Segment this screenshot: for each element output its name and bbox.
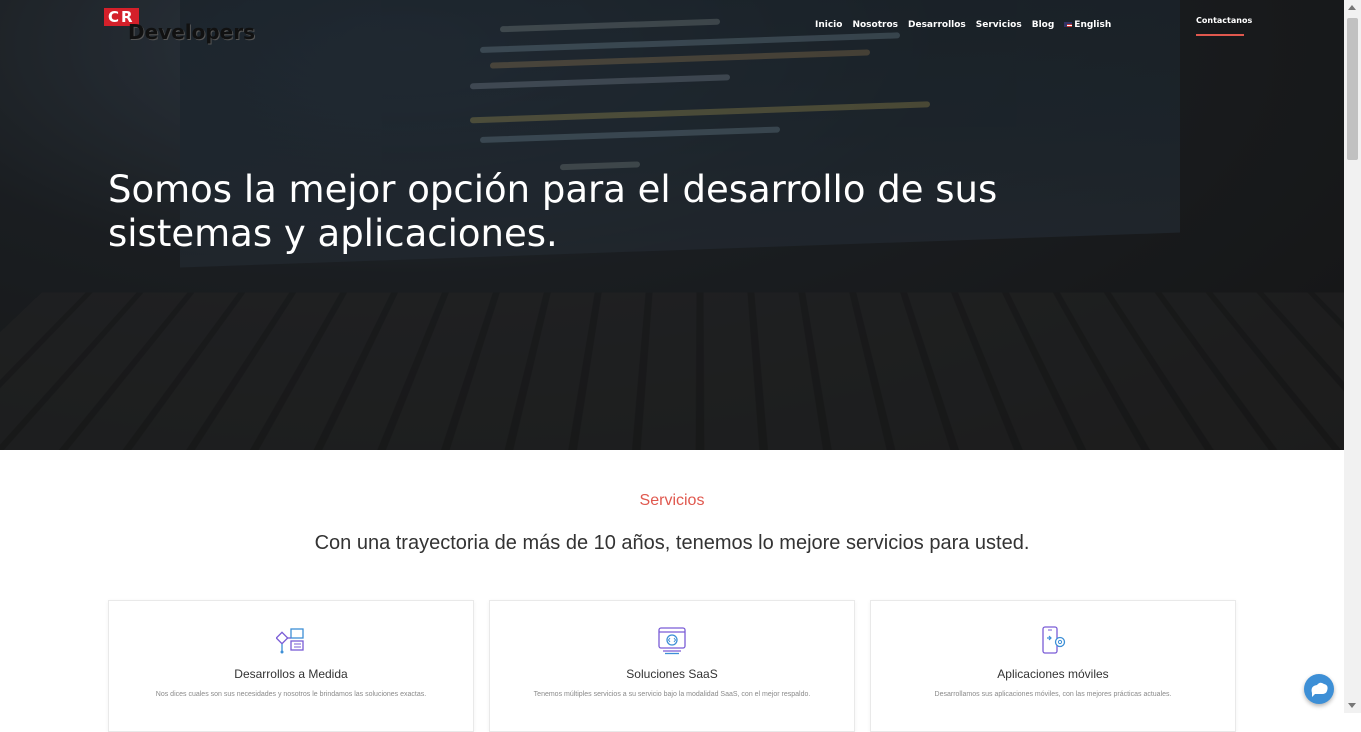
- nav-item-desarrollos[interactable]: Desarrollos: [908, 20, 966, 30]
- scroll-up-arrow-icon[interactable]: [1348, 5, 1356, 10]
- service-card-desc: Nos dices cuales son sus necesidades y n…: [155, 691, 427, 698]
- hero-title: Somos la mejor opción para el desarrollo…: [108, 168, 998, 255]
- site-logo[interactable]: CR Developers: [104, 8, 256, 46]
- service-card-title: Soluciones SaaS: [626, 667, 718, 681]
- nav-item-servicios[interactable]: Servicios: [976, 20, 1022, 30]
- service-card-desc: Tenemos múltiples servicios a su servici…: [533, 691, 811, 698]
- service-card-saas[interactable]: Soluciones SaaS Tenemos múltiples servic…: [489, 600, 855, 732]
- page-scrollbar[interactable]: [1344, 0, 1361, 713]
- logo-text: Developers: [128, 20, 256, 44]
- hero-section: Somos la mejor opción para el desarrollo…: [0, 0, 1344, 450]
- main-nav: Inicio Nosotros Desarrollos Servicios Bl…: [815, 20, 1121, 30]
- browser-code-icon: [658, 627, 686, 655]
- nav-item-inicio[interactable]: Inicio: [815, 20, 842, 30]
- services-label: Servicios: [639, 492, 705, 509]
- services-subtitle: Con una trayectoria de más de 10 años, t…: [314, 532, 1030, 554]
- mobile-settings-icon: [1042, 626, 1066, 654]
- nav-item-english-label: English: [1074, 20, 1112, 30]
- nav-item-nosotros[interactable]: Nosotros: [852, 20, 898, 30]
- service-card-mobile[interactable]: Aplicaciones móviles Desarrollamos sus a…: [870, 600, 1236, 732]
- scroll-down-arrow-icon[interactable]: [1348, 703, 1356, 708]
- service-card-title: Desarrollos a Medida: [234, 667, 348, 681]
- scrollbar-thumb[interactable]: [1347, 18, 1358, 160]
- nav-item-blog[interactable]: Blog: [1032, 20, 1055, 30]
- flowchart-icon: [276, 628, 304, 654]
- contact-button[interactable]: Contactanos: [1196, 16, 1252, 36]
- nav-item-english[interactable]: English: [1064, 20, 1111, 30]
- us-flag-icon: [1064, 22, 1073, 27]
- chat-bubble-icon: [1311, 682, 1328, 697]
- service-card-custom[interactable]: Desarrollos a Medida Nos dices cuales so…: [108, 600, 474, 732]
- service-card-desc: Desarrollamos sus aplicaciones móviles, …: [934, 691, 1172, 698]
- service-card-title: Aplicaciones móviles: [997, 667, 1109, 681]
- chat-button[interactable]: [1304, 674, 1334, 704]
